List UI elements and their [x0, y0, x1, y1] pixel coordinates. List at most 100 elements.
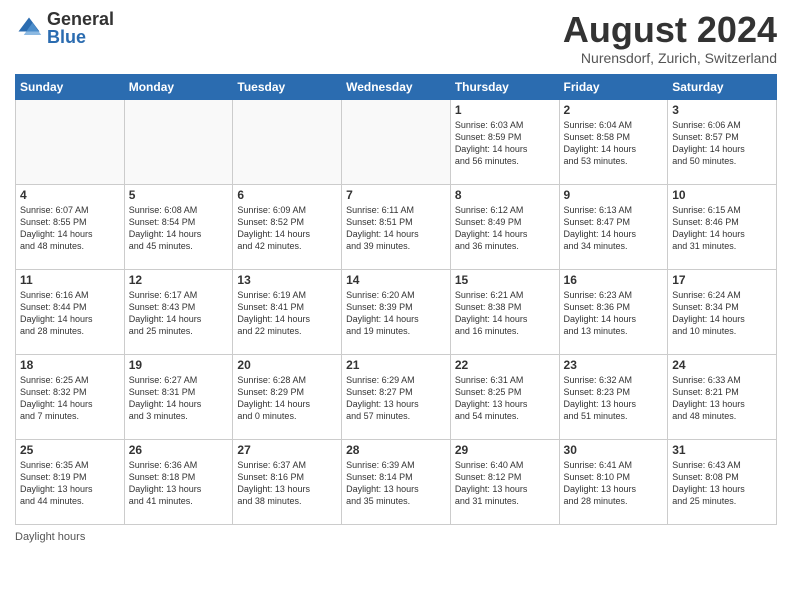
day-number: 10 — [672, 188, 772, 202]
day-info: Sunrise: 6:12 AM Sunset: 8:49 PM Dayligh… — [455, 204, 555, 253]
day-info: Sunrise: 6:33 AM Sunset: 8:21 PM Dayligh… — [672, 374, 772, 423]
day-info: Sunrise: 6:41 AM Sunset: 8:10 PM Dayligh… — [564, 459, 664, 508]
calendar-cell: 2Sunrise: 6:04 AM Sunset: 8:58 PM Daylig… — [559, 99, 668, 184]
day-info: Sunrise: 6:11 AM Sunset: 8:51 PM Dayligh… — [346, 204, 446, 253]
calendar-cell: 15Sunrise: 6:21 AM Sunset: 8:38 PM Dayli… — [450, 269, 559, 354]
day-of-week-saturday: Saturday — [668, 74, 777, 99]
day-info: Sunrise: 6:36 AM Sunset: 8:18 PM Dayligh… — [129, 459, 229, 508]
title-block: August 2024 Nurensdorf, Zurich, Switzerl… — [563, 10, 777, 66]
day-info: Sunrise: 6:16 AM Sunset: 8:44 PM Dayligh… — [20, 289, 120, 338]
calendar-cell: 14 Sunrise: 6:20 AM Sunset: 8:39 PM Dayli… — [342, 269, 451, 354]
day-info: Sunrise: 6:35 AM Sunset: 8:19 PM Dayligh… — [20, 459, 120, 508]
day-number: 14 — [346, 273, 446, 287]
calendar-cell: 29Sunrise: 6:40 AM Sunset: 8:12 PM Dayli… — [450, 439, 559, 524]
calendar-cell: 1 Sunrise: 6:03 AM Sunset: 8:59 PM Daylig… — [450, 99, 559, 184]
week-row-3: 11 Sunrise: 6:16 AM Sunset: 8:44 PM Dayli… — [16, 269, 777, 354]
logo-blue-text: Blue — [47, 28, 114, 46]
day-info: Sunrise: 6:37 AM Sunset: 8:16 PM Dayligh… — [237, 459, 337, 508]
calendar-cell: 26 Sunrise: 6:36 AM Sunset: 8:18 PM Dayli… — [124, 439, 233, 524]
week-row-5: 25 Sunrise: 6:35 AM Sunset: 8:19 PM Dayli… — [16, 439, 777, 524]
header: General Blue August 2024 Nurensdorf, Zur… — [15, 10, 777, 66]
day-number: 9 — [564, 188, 664, 202]
day-number: 30 — [564, 443, 664, 457]
day-info: Sunrise: 6:03 AM Sunset: 8:59 PM Dayligh… — [455, 119, 555, 168]
day-number: 8 — [455, 188, 555, 202]
calendar-cell — [16, 99, 125, 184]
day-number: 5 — [129, 188, 229, 202]
day-info: Sunrise: 6:21 AM Sunset: 8:38 PM Dayligh… — [455, 289, 555, 338]
logo: General Blue — [15, 10, 114, 46]
calendar-cell: 8 Sunrise: 6:12 AM Sunset: 8:49 PM Daylig… — [450, 184, 559, 269]
calendar-cell: 25 Sunrise: 6:35 AM Sunset: 8:19 PM Dayli… — [16, 439, 125, 524]
day-number: 6 — [237, 188, 337, 202]
day-of-week-wednesday: Wednesday — [342, 74, 451, 99]
day-number: 21 — [346, 358, 446, 372]
day-info: Sunrise: 6:43 AM Sunset: 8:08 PM Dayligh… — [672, 459, 772, 508]
logo-general-text: General — [47, 10, 114, 28]
calendar-cell — [233, 99, 342, 184]
day-info: Sunrise: 6:04 AM Sunset: 8:58 PM Dayligh… — [564, 119, 664, 168]
day-info: Sunrise: 6:40 AM Sunset: 8:12 PM Dayligh… — [455, 459, 555, 508]
calendar-cell: 3 Sunrise: 6:06 AM Sunset: 8:57 PM Daylig… — [668, 99, 777, 184]
day-info: Sunrise: 6:06 AM Sunset: 8:57 PM Dayligh… — [672, 119, 772, 168]
day-number: 4 — [20, 188, 120, 202]
calendar-cell: 5 Sunrise: 6:08 AM Sunset: 8:54 PM Daylig… — [124, 184, 233, 269]
day-number: 28 — [346, 443, 446, 457]
day-number: 26 — [129, 443, 229, 457]
day-number: 27 — [237, 443, 337, 457]
calendar-cell: 30 Sunrise: 6:41 AM Sunset: 8:10 PM Dayli… — [559, 439, 668, 524]
day-number: 3 — [672, 103, 772, 117]
calendar-cell: 18Sunrise: 6:25 AM Sunset: 8:32 PM Dayli… — [16, 354, 125, 439]
calendar-cell: 9 Sunrise: 6:13 AM Sunset: 8:47 PM Daylig… — [559, 184, 668, 269]
logo-icon — [15, 14, 43, 42]
page: General Blue August 2024 Nurensdorf, Zur… — [0, 0, 792, 612]
day-info: Sunrise: 6:20 AM Sunset: 8:39 PM Dayligh… — [346, 289, 446, 338]
calendar-cell — [124, 99, 233, 184]
day-number: 17 — [672, 273, 772, 287]
calendar: SundayMondayTuesdayWednesdayThursdayFrid… — [15, 74, 777, 525]
day-info: Sunrise: 6:19 AM Sunset: 8:41 PM Dayligh… — [237, 289, 337, 338]
week-row-2: 4Sunrise: 6:07 AM Sunset: 8:55 PM Daylig… — [16, 184, 777, 269]
day-info: Sunrise: 6:29 AM Sunset: 8:27 PM Dayligh… — [346, 374, 446, 423]
day-info: Sunrise: 6:27 AM Sunset: 8:31 PM Dayligh… — [129, 374, 229, 423]
calendar-cell: 7 Sunrise: 6:11 AM Sunset: 8:51 PM Daylig… — [342, 184, 451, 269]
day-info: Sunrise: 6:17 AM Sunset: 8:43 PM Dayligh… — [129, 289, 229, 338]
calendar-cell: 23Sunrise: 6:32 AM Sunset: 8:23 PM Dayli… — [559, 354, 668, 439]
day-number: 19 — [129, 358, 229, 372]
calendar-cell: 19 Sunrise: 6:27 AM Sunset: 8:31 PM Dayli… — [124, 354, 233, 439]
day-number: 7 — [346, 188, 446, 202]
day-info: Sunrise: 6:13 AM Sunset: 8:47 PM Dayligh… — [564, 204, 664, 253]
calendar-cell: 13Sunrise: 6:19 AM Sunset: 8:41 PM Dayli… — [233, 269, 342, 354]
day-number: 16 — [564, 273, 664, 287]
calendar-cell: 20Sunrise: 6:28 AM Sunset: 8:29 PM Dayli… — [233, 354, 342, 439]
month-title: August 2024 — [563, 10, 777, 50]
day-info: Sunrise: 6:08 AM Sunset: 8:54 PM Dayligh… — [129, 204, 229, 253]
calendar-cell: 10Sunrise: 6:15 AM Sunset: 8:46 PM Dayli… — [668, 184, 777, 269]
calendar-cell: 12 Sunrise: 6:17 AM Sunset: 8:43 PM Dayli… — [124, 269, 233, 354]
calendar-cell: 17 Sunrise: 6:24 AM Sunset: 8:34 PM Dayli… — [668, 269, 777, 354]
calendar-cell: 16 Sunrise: 6:23 AM Sunset: 8:36 PM Dayli… — [559, 269, 668, 354]
day-number: 25 — [20, 443, 120, 457]
location: Nurensdorf, Zurich, Switzerland — [563, 50, 777, 66]
calendar-cell: 28Sunrise: 6:39 AM Sunset: 8:14 PM Dayli… — [342, 439, 451, 524]
week-row-4: 18Sunrise: 6:25 AM Sunset: 8:32 PM Dayli… — [16, 354, 777, 439]
calendar-cell: 22Sunrise: 6:31 AM Sunset: 8:25 PM Dayli… — [450, 354, 559, 439]
day-of-week-thursday: Thursday — [450, 74, 559, 99]
day-number: 31 — [672, 443, 772, 457]
day-number: 11 — [20, 273, 120, 287]
day-number: 20 — [237, 358, 337, 372]
day-info: Sunrise: 6:09 AM Sunset: 8:52 PM Dayligh… — [237, 204, 337, 253]
calendar-cell: 4Sunrise: 6:07 AM Sunset: 8:55 PM Daylig… — [16, 184, 125, 269]
day-info: Sunrise: 6:23 AM Sunset: 8:36 PM Dayligh… — [564, 289, 664, 338]
day-number: 12 — [129, 273, 229, 287]
week-row-1: 1 Sunrise: 6:03 AM Sunset: 8:59 PM Daylig… — [16, 99, 777, 184]
day-of-week-monday: Monday — [124, 74, 233, 99]
days-of-week-row: SundayMondayTuesdayWednesdayThursdayFrid… — [16, 74, 777, 99]
day-number: 24 — [672, 358, 772, 372]
day-info: Sunrise: 6:25 AM Sunset: 8:32 PM Dayligh… — [20, 374, 120, 423]
day-of-week-sunday: Sunday — [16, 74, 125, 99]
day-number: 1 — [455, 103, 555, 117]
day-of-week-friday: Friday — [559, 74, 668, 99]
day-info: Sunrise: 6:24 AM Sunset: 8:34 PM Dayligh… — [672, 289, 772, 338]
day-number: 23 — [564, 358, 664, 372]
